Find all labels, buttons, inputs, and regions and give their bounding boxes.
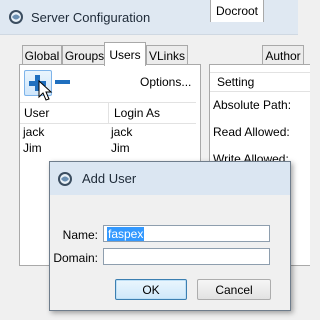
column-header-login-as[interactable]: Login As <box>114 106 160 120</box>
user-cell: Jim <box>23 141 42 155</box>
column-divider <box>108 103 109 123</box>
name-field-value: faspex <box>107 227 145 241</box>
login-as-cell: jack <box>111 125 133 139</box>
name-label: Name: <box>62 228 98 242</box>
cancel-button[interactable]: Cancel <box>197 279 271 300</box>
tab-users[interactable]: Users <box>104 42 146 66</box>
property-read-allowed[interactable]: Read Allowed: <box>213 125 290 139</box>
user-cell: jack <box>23 125 45 139</box>
property-absolute-path[interactable]: Absolute Path: <box>213 98 291 112</box>
window-title: Server Configuration <box>31 10 151 25</box>
users-table-header: User Login As <box>20 102 196 124</box>
table-row[interactable]: jack jack <box>20 124 196 140</box>
name-field[interactable]: faspex <box>103 225 270 242</box>
aspera-globe-icon <box>9 10 23 24</box>
settings-table-header: Setting <box>210 72 310 92</box>
options-button[interactable]: Options... <box>140 75 191 89</box>
domain-label: Domain: <box>53 251 98 265</box>
add-user-dialog: Add User Name: faspex Domain: OK Cancel <box>49 161 291 311</box>
dialog-title: Add User <box>82 171 137 186</box>
remove-user-button[interactable] <box>53 74 73 90</box>
server-configuration-window: Server Configuration Global Groups Users… <box>0 0 310 320</box>
mouse-cursor-icon <box>38 80 53 101</box>
table-row[interactable]: Jim Jim <box>20 140 196 156</box>
column-header-setting[interactable]: Setting <box>217 75 254 89</box>
domain-field[interactable] <box>103 248 270 265</box>
column-header-user[interactable]: User <box>24 106 49 120</box>
login-as-cell: Jim <box>111 141 130 155</box>
ok-button[interactable]: OK <box>115 279 187 300</box>
tab-docroot[interactable]: Docroot <box>210 0 264 22</box>
aspera-globe-icon <box>58 172 72 186</box>
dialog-title-bar: Add User <box>50 162 290 195</box>
minus-icon <box>55 80 70 84</box>
